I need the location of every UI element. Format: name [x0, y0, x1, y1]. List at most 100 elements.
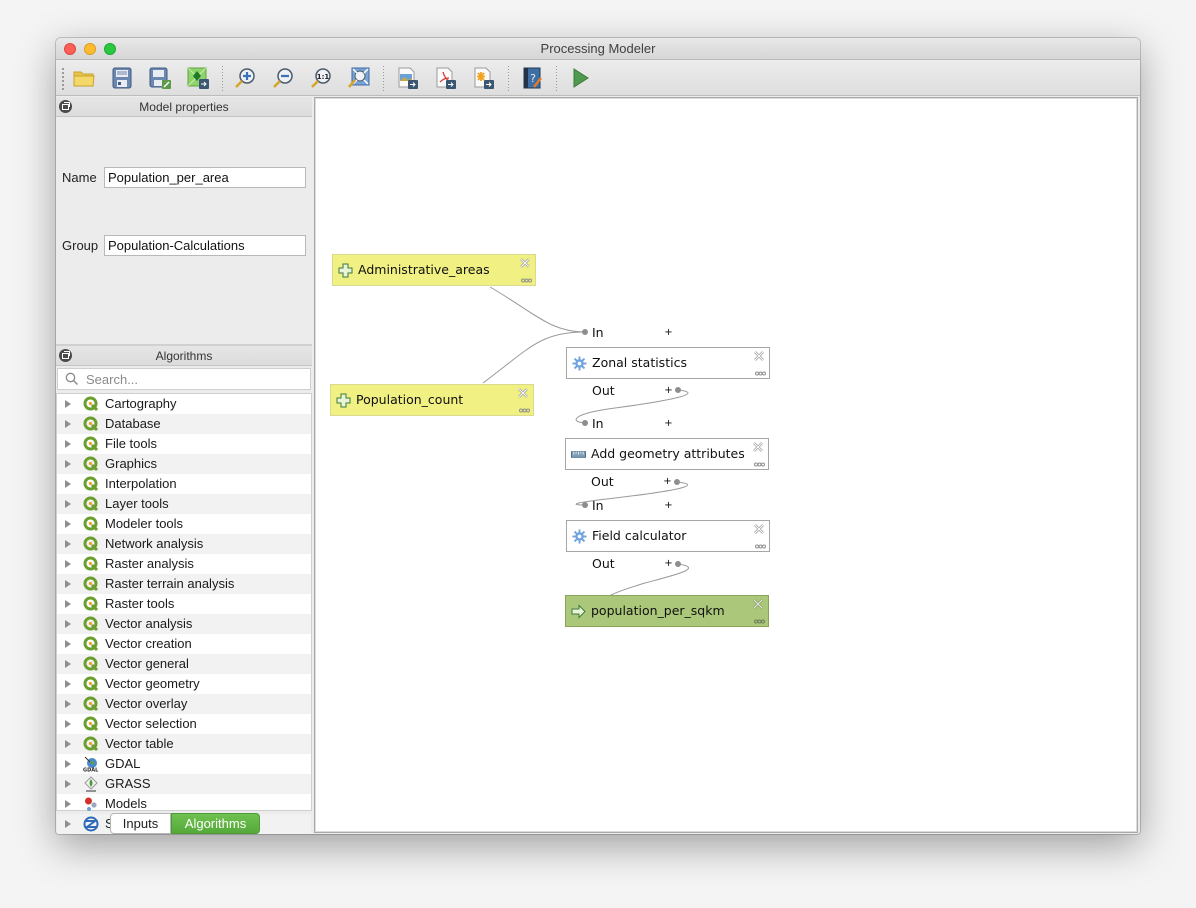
expand-arrow-icon[interactable] — [65, 540, 71, 548]
tree-item[interactable]: Vector geometry — [57, 674, 311, 694]
tree-item[interactable]: Interpolation — [57, 474, 311, 494]
algorithm-node-field-calculator[interactable]: Field calculator — [566, 520, 770, 552]
port-dot — [675, 561, 681, 567]
zoom-full-extent-button[interactable] — [345, 64, 373, 92]
close-window-button[interactable] — [64, 43, 76, 55]
tab-inputs[interactable]: Inputs — [110, 813, 171, 834]
output-node-population-per-sqkm[interactable]: population_per_sqkm — [565, 595, 769, 627]
add-parameter-icon — [338, 263, 353, 278]
expand-arrow-icon[interactable] — [65, 680, 71, 688]
expand-arrow-icon[interactable] — [65, 800, 71, 808]
more-options-icon[interactable] — [519, 408, 530, 413]
tree-item[interactable]: Raster terrain analysis — [57, 574, 311, 594]
tree-item[interactable]: Vector selection — [57, 714, 311, 734]
maximize-window-button[interactable] — [104, 43, 116, 55]
tree-item[interactable]: Vector analysis — [57, 614, 311, 634]
tree-item[interactable]: Raster analysis — [57, 554, 311, 574]
expand-arrow-icon[interactable] — [65, 600, 71, 608]
expand-arrow-icon[interactable] — [65, 440, 71, 448]
expand-arrow-icon[interactable] — [65, 740, 71, 748]
export-pdf-button[interactable] — [431, 64, 459, 92]
expand-arrow-icon[interactable] — [65, 580, 71, 588]
expand-arrow-icon[interactable] — [65, 520, 71, 528]
tab-algorithms[interactable]: Algorithms — [171, 813, 260, 834]
tree-item[interactable]: Vector overlay — [57, 694, 311, 714]
tree-item-label: Network analysis — [105, 536, 204, 551]
remove-node-icon[interactable] — [752, 598, 764, 610]
export-image-button[interactable] — [393, 64, 421, 92]
search-input[interactable] — [84, 370, 304, 388]
model-canvas[interactable]: Administrative_areas Population_count In… — [314, 97, 1138, 833]
more-options-icon[interactable] — [754, 619, 765, 624]
expand-arrow-icon[interactable] — [65, 480, 71, 488]
remove-node-icon[interactable] — [753, 350, 765, 362]
expand-outputs-button[interactable]: + — [664, 386, 673, 396]
minimize-window-button[interactable] — [84, 43, 96, 55]
export-svg-button[interactable] — [469, 64, 497, 92]
model-name-input[interactable] — [104, 167, 306, 188]
expand-arrow-icon[interactable] — [65, 420, 71, 428]
expand-arrow-icon[interactable] — [65, 500, 71, 508]
zoom-in-button[interactable] — [231, 64, 259, 92]
expand-outputs-button[interactable]: + — [663, 477, 672, 487]
zoom-out-button[interactable] — [269, 64, 297, 92]
expand-inputs-button[interactable]: + — [664, 328, 673, 338]
expand-arrow-icon[interactable] — [65, 820, 71, 828]
link-admin-to-zonal — [489, 286, 586, 333]
open-model-button[interactable] — [70, 64, 98, 92]
tree-item[interactable]: Graphics — [57, 454, 311, 474]
tree-item[interactable]: File tools — [57, 434, 311, 454]
input-node-population-count[interactable]: Population_count — [330, 384, 534, 416]
edit-help-button[interactable]: ? — [518, 64, 546, 92]
more-options-icon[interactable] — [755, 544, 766, 549]
algorithm-node-add-geometry-attributes[interactable]: Add geometry attributes — [565, 438, 769, 470]
tree-item[interactable]: GDAL GDAL — [57, 754, 311, 774]
tree-item[interactable]: Vector creation — [57, 634, 311, 654]
expand-inputs-button[interactable]: + — [664, 419, 673, 429]
qgis-icon — [83, 676, 99, 692]
remove-node-icon[interactable] — [753, 523, 765, 535]
input-node-administrative-areas[interactable]: Administrative_areas — [332, 254, 536, 286]
tree-item[interactable]: Modeler tools — [57, 514, 311, 534]
expand-arrow-icon[interactable] — [65, 700, 71, 708]
remove-node-icon[interactable] — [752, 441, 764, 453]
remove-node-icon[interactable] — [519, 257, 531, 269]
expand-arrow-icon[interactable] — [65, 620, 71, 628]
save-to-project-button[interactable] — [184, 64, 212, 92]
expand-arrow-icon[interactable] — [65, 640, 71, 648]
float-panel-icon[interactable] — [59, 100, 72, 113]
expand-arrow-icon[interactable] — [65, 720, 71, 728]
expand-outputs-button[interactable]: + — [664, 559, 673, 569]
toolbar-grip[interactable] — [62, 68, 64, 90]
tree-item[interactable]: Raster tools — [57, 594, 311, 614]
tree-item[interactable]: Models — [57, 794, 311, 814]
toolbar: 1:1 ? — [56, 60, 1140, 96]
run-model-button[interactable] — [566, 64, 594, 92]
expand-arrow-icon[interactable] — [65, 780, 71, 788]
save-model-as-button[interactable] — [146, 64, 174, 92]
expand-arrow-icon[interactable] — [65, 400, 71, 408]
tree-item[interactable]: Vector table — [57, 734, 311, 754]
tree-item[interactable]: Vector general — [57, 654, 311, 674]
more-options-icon[interactable] — [754, 462, 765, 467]
tree-item[interactable]: Database — [57, 414, 311, 434]
tree-item[interactable]: Layer tools — [57, 494, 311, 514]
more-options-icon[interactable] — [521, 278, 532, 283]
model-group-input[interactable] — [104, 235, 306, 256]
more-options-icon[interactable] — [755, 371, 766, 376]
expand-arrow-icon[interactable] — [65, 460, 71, 468]
expand-arrow-icon[interactable] — [65, 560, 71, 568]
remove-node-icon[interactable] — [517, 387, 529, 399]
zoom-actual-size-button[interactable]: 1:1 — [307, 64, 335, 92]
folder-icon — [73, 71, 95, 87]
expand-arrow-icon[interactable] — [65, 760, 71, 768]
tree-item[interactable]: GRASS — [57, 774, 311, 794]
algorithm-node-zonal-statistics[interactable]: Zonal statistics — [566, 347, 770, 379]
expand-inputs-button[interactable]: + — [664, 501, 673, 511]
models-icon — [83, 796, 99, 812]
tree-item[interactable]: Network analysis — [57, 534, 311, 554]
expand-arrow-icon[interactable] — [65, 660, 71, 668]
save-model-button[interactable] — [108, 64, 136, 92]
float-panel-icon[interactable] — [59, 349, 72, 362]
tree-item[interactable]: Cartography — [57, 394, 311, 414]
